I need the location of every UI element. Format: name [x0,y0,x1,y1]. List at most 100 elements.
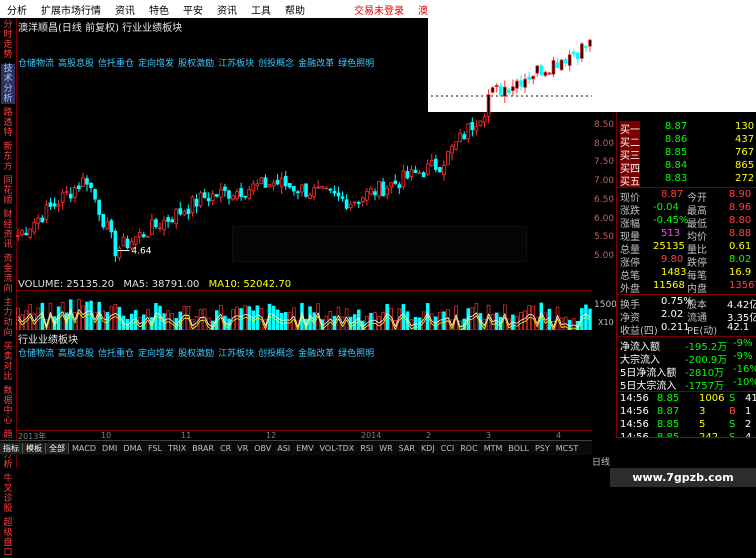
indicator-button[interactable]: MTM [481,444,506,453]
quote-row: 5日大宗流入 -1757万 -10% [617,377,756,392]
candle-body [494,84,499,88]
left-tab[interactable]: 资金流向 [1,254,15,294]
indicator-button[interactable]: CCI [438,444,458,453]
candle-body [515,80,519,89]
menu-item-pingan[interactable]: 平安 [176,2,210,17]
indicator-button[interactable]: VR [234,444,251,453]
candle-body [462,134,467,140]
flow-percent: -9% [733,351,753,362]
concept-tag[interactable]: 仓储物流 [18,349,54,359]
volume-chart[interactable] [16,290,592,330]
quote-row: 买一 8.87 130 [617,121,756,136]
tick-side: S [729,393,736,404]
volume-bar [576,320,580,330]
candle-body [324,187,329,190]
indicator-button[interactable]: PSY [532,444,553,453]
candle-body [551,60,556,75]
tick-volume: 3 [699,406,706,417]
indicator-button[interactable]: ROC [457,444,480,453]
candle-body [77,185,81,189]
candle-body [158,227,162,230]
indicator-button[interactable]: SAR [396,444,418,453]
indicator-button[interactable]: TRIX [165,444,189,453]
concept-tag[interactable]: 创投概念 [258,349,294,359]
menu-item-extended-market[interactable]: 扩展市场行情 [34,2,108,17]
concept-tag[interactable]: 江苏板块 [218,349,254,359]
bottom-tab[interactable]: 全部 [46,442,69,454]
candle-body [231,195,235,200]
left-tab[interactable]: 主力动向 [1,298,15,338]
left-tab[interactable]: 超级盘口 [1,518,15,558]
quote-row: 买二 8.86 437 [617,134,756,149]
candle-body [146,235,150,238]
bottom-tab[interactable]: 指标 [0,442,23,454]
quote-row: 涨幅 -0.45% 最低 8.80 [617,215,756,230]
volume-header: VOLUME: 25135.20 MA5: 38791.00 MA10: 520… [18,279,291,290]
left-tab[interactable]: 牛叉诊股 [1,474,15,514]
left-tab[interactable]: 分时走势 [1,20,15,60]
quote-row: 外盘 11568内盘 13567 [617,280,756,295]
candle-body [85,178,89,185]
concept-tag[interactable]: 金融改革 [298,349,334,359]
left-tab[interactable]: 同花顺 [1,176,15,206]
candle-body [344,199,349,209]
bid-price: 8.84 [665,160,688,171]
left-tab[interactable]: 新东方 [1,142,15,172]
candle-body [531,75,536,80]
indicator-button[interactable]: CR [217,444,234,453]
indicator-button[interactable]: DMA [120,444,145,453]
candle-body [271,182,276,187]
indicator-button[interactable]: FSL [145,444,165,453]
concept-tag[interactable]: 绿色照明 [338,349,374,359]
stat-value: 13567 [729,280,756,291]
trade-login-status[interactable]: 交易未登录 [347,2,411,17]
left-tab-bar: 分时走势技术分析路透特新东方同花顺财经资讯资金流向主力动向买卖对比数据中心趋势分… [0,18,17,558]
quote-row: 涨停 9.80 跌停 8.02 [617,254,756,269]
candle-body [393,180,398,184]
concept-tag[interactable]: 股权激励 [178,349,214,359]
indicator-button[interactable]: MCST [553,444,581,453]
axis-tick-label: 5.50 [594,232,615,243]
axis-tick-label: 5.00 [594,250,615,261]
left-tab[interactable]: 路透特 [1,108,15,138]
candle-body [170,219,174,223]
indicator-button[interactable]: RSI [357,444,376,453]
indicator-button[interactable]: VOL-TDX [317,444,358,453]
menu-item-features[interactable]: 特色 [142,2,176,17]
indicator-button[interactable]: EMV [293,444,316,453]
quote-row: 收益(四) 0.211 PE(动) 42.1 [617,322,756,337]
indicator-button[interactable]: MACD [69,444,99,453]
candle-body [235,190,239,199]
concept-tag[interactable]: 定向增发 [138,349,174,359]
concept-tag[interactable]: 高股息股 [58,349,94,359]
indicator-button[interactable]: KDJ [418,444,438,453]
masked-region [232,226,527,262]
period-label[interactable]: 日线 [592,455,616,469]
menu-item-news[interactable]: 资讯 [108,2,142,17]
quote-row: 买四 8.84 865 [617,160,756,175]
menu-item-help[interactable]: 帮助 [278,2,312,17]
tick-volume: 1006 [699,393,725,404]
indicator-button[interactable]: BRAR [189,444,217,453]
bottom-tab[interactable]: 模板 [23,442,46,454]
left-tab[interactable]: 技术分析 [1,64,15,104]
candle-body [206,197,211,202]
indicator-button[interactable]: ASI [274,444,293,453]
candle-body [255,183,260,187]
left-tab[interactable]: 买卖对比 [1,342,15,382]
indicator-button[interactable]: OBV [251,444,274,453]
menu-item-info[interactable]: 资讯 [210,2,244,17]
candle-body [369,188,373,195]
left-tab[interactable]: 财经资讯 [1,210,15,250]
concept-tag[interactable]: 信托重仓 [98,349,134,359]
volume-value: VOLUME: 25135.20 [18,279,115,290]
candle-body [401,170,406,187]
menu-item-tools[interactable]: 工具 [244,2,278,17]
left-tab[interactable]: 数据中心 [1,386,15,426]
menu-item-analysis[interactable]: 分析 [0,2,34,17]
candle-body [210,193,215,202]
indicator-button[interactable]: BOLL [505,444,532,453]
indicator-button[interactable]: DMI [99,444,120,453]
candle-body [442,165,446,175]
indicator-button[interactable]: WR [376,444,395,453]
